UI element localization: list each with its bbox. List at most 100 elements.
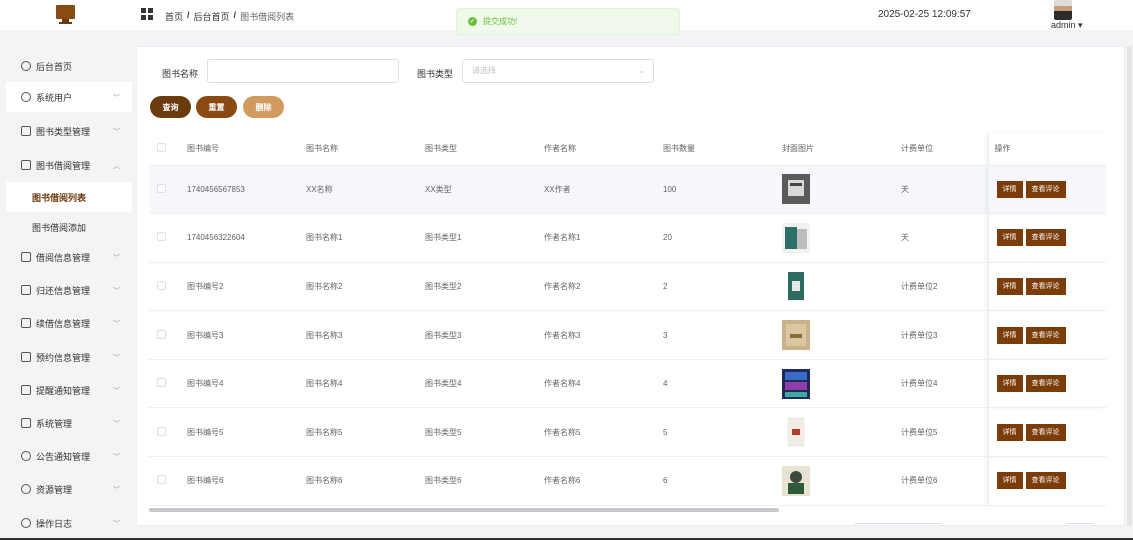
folder-icon (21, 285, 31, 295)
cell-unit: 计费单位2 (901, 262, 988, 312)
row-checkbox[interactable] (157, 329, 166, 339)
cell-unit: 天 (901, 213, 988, 263)
sidebar-item-book-borrow[interactable]: 图书借阅管理 ︿ (6, 150, 132, 180)
sidebar-item-label: 后台首页 (36, 61, 73, 72)
table-row: 图书编号6 图书名称6 图书类型6 作者名称6 6 计费单位6 详情 查看评论 (149, 456, 1106, 506)
row-checkbox[interactable] (157, 280, 166, 290)
chevron-up-icon: ︿ (113, 163, 120, 170)
sidebar-item-dashboard[interactable]: 后台首页 (6, 51, 132, 81)
book-cover-image (782, 271, 810, 302)
sidebar-item-label: 借阅信息管理 (36, 252, 91, 263)
book-cover-image (782, 222, 810, 253)
cell-qty: 20 (663, 213, 782, 263)
view-reviews-button[interactable]: 查看评论 (1025, 180, 1066, 198)
col-header-name: 图书名称 (306, 133, 425, 166)
folder-icon (21, 352, 31, 362)
cell-type: 图书类型5 (425, 407, 544, 458)
reset-button[interactable]: 重置 (196, 96, 237, 118)
sidebar-item-borrow-add[interactable]: 图书借阅添加 (6, 212, 132, 242)
sidebar-item-logs[interactable]: 操作日志 ﹀ (6, 508, 132, 538)
detail-button[interactable]: 详情 (996, 180, 1023, 198)
sidebar-item-return-info[interactable]: 归还信息管理 ﹀ (6, 275, 132, 305)
sidebar-item-label: 图书借阅管理 (36, 160, 91, 171)
cell-qty: 4 (663, 359, 782, 409)
cell-name: 图书名称4 (306, 359, 425, 409)
sidebar-item-borrow-list[interactable]: 图书借阅列表 (6, 182, 132, 212)
detail-button[interactable]: 详情 (996, 423, 1023, 441)
breadcrumb-current: 图书借阅列表 (240, 12, 295, 22)
query-button[interactable]: 查询 (150, 96, 191, 118)
row-checkbox[interactable] (157, 475, 166, 485)
user-menu[interactable]: admin ▾ (1051, 20, 1083, 31)
table-horizontal-scrollbar[interactable] (149, 508, 779, 512)
folder-icon (21, 160, 31, 170)
view-reviews-button[interactable]: 查看评论 (1025, 472, 1066, 490)
cell-unit: 计费单位5 (901, 407, 988, 458)
breadcrumb-home[interactable]: 首页 (165, 10, 183, 23)
row-checkbox[interactable] (157, 183, 166, 193)
cell-unit: 计费单位4 (901, 359, 988, 409)
detail-button[interactable]: 详情 (996, 229, 1023, 247)
sidebar-item-label: 提醒通知管理 (36, 385, 91, 396)
cell-code: 1740456322604 (187, 213, 306, 263)
folder-icon (21, 252, 31, 262)
chevron-down-icon: ▾ (1075, 20, 1083, 30)
sidebar-item-label: 归还信息管理 (36, 285, 91, 296)
sidebar-item-borrow-info[interactable]: 借阅信息管理 ﹀ (6, 242, 132, 272)
detail-button[interactable]: 详情 (996, 375, 1023, 393)
sidebar-item-announcements[interactable]: 公告通知管理 ﹀ (6, 441, 132, 471)
monitor-logo-icon (56, 5, 75, 24)
book-type-select[interactable]: 请选择 ⌄ (462, 59, 654, 83)
detail-button[interactable]: 详情 (996, 472, 1023, 490)
cell-name: XX名称 (306, 165, 425, 215)
cell-type: 图书类型1 (425, 213, 544, 263)
chevron-down-icon: ﹀ (113, 129, 120, 136)
chevron-down-icon: ﹀ (113, 355, 120, 362)
select-all-checkbox[interactable] (157, 143, 166, 153)
toast-message: 提交成功! (483, 17, 518, 26)
view-reviews-button[interactable]: 查看评论 (1025, 229, 1066, 247)
col-header-unit: 计费单位 (901, 133, 988, 166)
row-checkbox[interactable] (157, 378, 166, 388)
sidebar-item-reminders[interactable]: 提醒通知管理 ﹀ (6, 375, 132, 405)
cell-author: 作者名称4 (544, 359, 663, 409)
book-cover-image (782, 368, 810, 399)
cell-author: 作者名称6 (544, 456, 663, 506)
cell-code: 图书编号4 (187, 359, 306, 409)
sidebar-item-resources[interactable]: 资源管理 ﹀ (6, 474, 132, 504)
chevron-down-icon: ﹀ (113, 95, 120, 102)
view-reviews-button[interactable]: 查看评论 (1025, 423, 1066, 441)
menu-toggle-icon[interactable] (141, 8, 153, 20)
chevron-down-icon: ⌄ (638, 66, 645, 75)
sidebar-item-reservation[interactable]: 预约信息管理 ﹀ (6, 342, 132, 372)
row-checkbox[interactable] (157, 426, 166, 436)
row-checkbox[interactable] (157, 232, 166, 242)
delete-button[interactable]: 删除 (243, 96, 284, 118)
sidebar-item-label: 图书借阅添加 (32, 222, 87, 233)
chevron-down-icon: ﹀ (113, 255, 120, 262)
chevron-down-icon: ﹀ (113, 454, 120, 461)
sidebar-item-label: 资源管理 (36, 484, 73, 495)
sidebar-item-users[interactable]: 系统用户 ﹀ (6, 82, 132, 112)
sidebar-item-system[interactable]: 系统管理 ﹀ (6, 408, 132, 438)
avatar[interactable] (1054, 0, 1072, 20)
page-vertical-scrollbar[interactable] (1127, 46, 1132, 526)
cell-author: 作者名称1 (544, 213, 663, 263)
pagination-jump-input[interactable] (1067, 523, 1093, 533)
book-cover-image (782, 320, 810, 351)
pagination-size-select[interactable] (855, 523, 941, 533)
col-header-author: 作者名称 (544, 133, 663, 166)
folder-icon (21, 318, 31, 328)
cell-name: 图书名称5 (306, 407, 425, 458)
view-reviews-button[interactable]: 查看评论 (1025, 375, 1066, 393)
sidebar-item-book-types[interactable]: 图书类型管理 ﹀ (6, 116, 132, 146)
sidebar-item-renew-info[interactable]: 续借信息管理 ﹀ (6, 308, 132, 338)
detail-button[interactable]: 详情 (996, 277, 1023, 295)
cell-qty: 5 (663, 407, 782, 458)
view-reviews-button[interactable]: 查看评论 (1025, 277, 1066, 295)
view-reviews-button[interactable]: 查看评论 (1025, 326, 1066, 344)
book-name-input[interactable] (207, 59, 399, 83)
breadcrumb-dashboard[interactable]: 后台首页 (194, 10, 230, 23)
detail-button[interactable]: 详情 (996, 326, 1023, 344)
success-toast: ✓ 提交成功! (456, 8, 680, 35)
